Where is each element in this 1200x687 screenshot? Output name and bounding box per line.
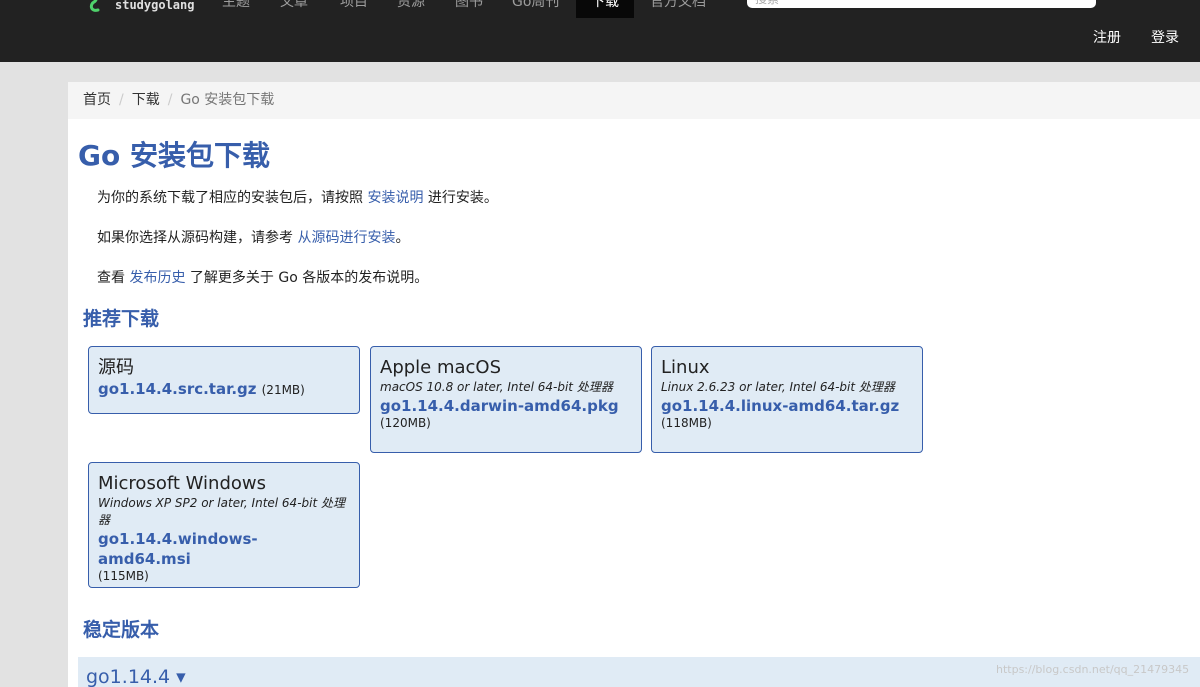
nav-item-resources[interactable]: 资源 [397, 0, 425, 14]
para-text: 为你的系统下载了相应的安装包后，请按照 [97, 190, 368, 206]
breadcrumb-separator: / [119, 92, 124, 108]
page-title: Go 安装包下载 [78, 139, 270, 172]
login-link[interactable]: 登录 [1151, 27, 1179, 47]
card-requirements: macOS 10.8 or later, Intel 64-bit 处理器 [380, 380, 613, 394]
source-install-link[interactable]: 从源码进行安装 [297, 230, 395, 246]
para-text: 进行安装。 [423, 190, 498, 206]
source-build-text: 如果你选择从源码构建，请参考 从源码进行安装。 [97, 227, 409, 247]
watermark: https://blog.csdn.net/qq_21479345 [996, 663, 1190, 676]
site-logo-text[interactable]: studygolang [115, 0, 194, 12]
nav-item-weekly[interactable]: Go周刊 [512, 0, 559, 14]
release-history-link[interactable]: 发布历史 [129, 270, 185, 286]
top-navbar: studygolang 主题 文章 项目 资源 图书 Go周刊 下载 官方文档 … [0, 0, 1200, 62]
download-card-macos[interactable]: Apple macOS macOS 10.8 or later, Intel 6… [370, 346, 642, 453]
nav-item-articles[interactable]: 文章 [280, 0, 308, 14]
download-card-source[interactable]: 源码 go1.14.4.src.tar.gz (21MB) [88, 346, 360, 414]
card-os-name: Apple macOS [380, 357, 502, 378]
para-text: 查看 [97, 270, 130, 286]
nav-item-topics[interactable]: 主题 [222, 0, 250, 14]
breadcrumb-downloads-link[interactable]: 下载 [132, 92, 160, 108]
download-card-windows[interactable]: Microsoft Windows Windows XP SP2 or late… [88, 462, 360, 588]
nav-item-projects[interactable]: 项目 [340, 0, 368, 14]
download-card-linux[interactable]: Linux Linux 2.6.23 or later, Intel 64-bi… [651, 346, 923, 453]
file-size: (21MB) [261, 383, 305, 397]
file-size: (115MB) [98, 569, 149, 583]
card-os-name: Microsoft Windows [98, 473, 266, 494]
file-size: (120MB) [380, 416, 431, 430]
nav-item-docs[interactable]: 官方文档 [650, 0, 706, 14]
nav-item-books[interactable]: 图书 [455, 0, 483, 14]
download-file-link[interactable]: go1.14.4.windows-amd64.msi [98, 529, 350, 569]
release-history-text: 查看 发布历史 了解更多关于 Go 各版本的发布说明。 [97, 267, 428, 287]
file-size: (118MB) [661, 416, 712, 430]
para-text: 如果你选择从源码构建，请参考 [97, 230, 298, 246]
install-guide-link[interactable]: 安装说明 [367, 190, 423, 206]
gopher-logo-icon[interactable] [88, 0, 100, 14]
card-requirements: Linux 2.6.23 or later, Intel 64-bit 处理器 [661, 380, 895, 394]
main-content: 首页 / 下载 / Go 安装包下载 Go 安装包下载 为你的系统下载了相应的安装包后，… [68, 82, 1200, 687]
breadcrumb-separator: / [167, 92, 173, 108]
card-requirements: Windows XP SP2 or later, Intel 64-bit 处理… [98, 496, 345, 527]
breadcrumb: 首页 / 下载 / Go 安装包下载 [68, 82, 1200, 119]
download-file-link[interactable]: go1.14.4.darwin-amd64.pkg [380, 396, 632, 416]
para-text: 了解更多关于 Go 各版本的发布说明。 [185, 270, 429, 286]
recommended-downloads-heading: 推荐下载 [83, 308, 160, 330]
register-link[interactable]: 注册 [1093, 27, 1121, 47]
download-file-link[interactable]: go1.14.4.src.tar.gz [98, 380, 257, 398]
breadcrumb-home-link[interactable]: 首页 [83, 92, 111, 108]
card-os-name: 源码 [98, 357, 134, 378]
download-file-link[interactable]: go1.14.4.linux-amd64.tar.gz [661, 396, 913, 416]
card-os-name: Linux [661, 357, 710, 378]
install-instructions-text: 为你的系统下载了相应的安装包后，请按照 安装说明 进行安装。 [97, 187, 498, 207]
search-input[interactable]: 搜索 [747, 0, 1096, 8]
breadcrumb-current: Go 安装包下载 [180, 92, 275, 108]
nav-item-downloads[interactable]: 下载 [576, 0, 634, 18]
para-text: 。 [395, 230, 410, 246]
stable-versions-heading: 稳定版本 [83, 619, 160, 641]
